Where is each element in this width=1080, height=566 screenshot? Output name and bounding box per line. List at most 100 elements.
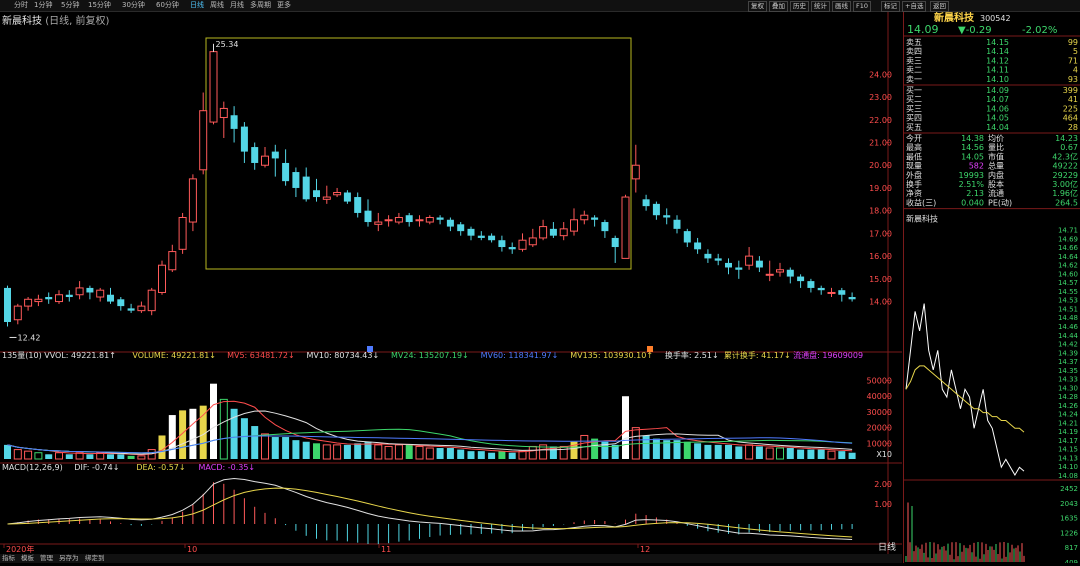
toolbar-button[interactable]: 返回 bbox=[930, 1, 949, 12]
order-qty: 225 bbox=[1063, 104, 1078, 113]
period-tab[interactable]: 周线 bbox=[210, 0, 224, 11]
stat-value: 42.3亿 bbox=[1052, 151, 1078, 161]
order-qty: 4 bbox=[1073, 66, 1078, 75]
candle-body bbox=[127, 308, 135, 311]
period-tab[interactable]: 多周期 bbox=[250, 0, 271, 11]
toolbar-button[interactable]: 叠加 bbox=[769, 1, 788, 12]
candle-body bbox=[374, 221, 383, 225]
bottom-tab[interactable]: 指标 bbox=[2, 554, 15, 563]
stat-value: 1.96亿 bbox=[1052, 188, 1078, 198]
high-annotation: 25.34 bbox=[216, 40, 239, 49]
volume-bar bbox=[384, 445, 393, 460]
volume-bar bbox=[827, 450, 836, 460]
mini-axis-label: 14.28 bbox=[1058, 393, 1078, 401]
volume-bar bbox=[4, 444, 11, 459]
stat-value: 264.5 bbox=[1055, 198, 1078, 207]
volume-bar bbox=[251, 426, 259, 459]
candle-body bbox=[75, 287, 84, 296]
candle-body bbox=[117, 299, 125, 307]
order-qty: 5 bbox=[1073, 47, 1078, 56]
candle-body bbox=[601, 222, 609, 232]
volume-bar bbox=[797, 449, 805, 459]
volume-bar bbox=[292, 440, 300, 459]
volume-bar bbox=[683, 441, 691, 459]
volume-bar bbox=[807, 449, 815, 459]
period-tab[interactable]: 15分钟 bbox=[88, 0, 111, 11]
candle-body bbox=[178, 216, 187, 250]
candle-body bbox=[642, 199, 650, 207]
period-tab[interactable]: 日线 bbox=[190, 0, 204, 11]
stat-label: 市值 bbox=[988, 151, 1004, 161]
mini-axis-label: 14.71 bbox=[1058, 227, 1078, 235]
period-tab[interactable]: 30分钟 bbox=[122, 0, 145, 11]
order-qty: 41 bbox=[1068, 95, 1078, 104]
price-change-pct: -2.02% bbox=[1022, 25, 1057, 36]
candle-body bbox=[477, 235, 485, 238]
bottom-tab[interactable]: 模板 bbox=[21, 554, 34, 563]
order-label: 买三 bbox=[906, 104, 922, 113]
mini-axis-label: 14.33 bbox=[1058, 376, 1078, 384]
mini-vol-axis-label: 409 bbox=[1065, 559, 1078, 563]
bottom-tab[interactable]: 绑定到 bbox=[85, 554, 105, 563]
stat-value: 2.51% bbox=[959, 180, 985, 189]
main-chart-area[interactable]: 24.00 23.00 22.00 21.00 20.00 19.00 18.00 17.00… bbox=[0, 12, 902, 554]
candle-body bbox=[776, 269, 784, 273]
last-price: 14.09 bbox=[907, 23, 939, 36]
order-qty: 464 bbox=[1063, 114, 1078, 123]
volume-bar bbox=[838, 451, 846, 459]
stat-label: 今开 bbox=[906, 133, 922, 143]
order-qty: 28 bbox=[1068, 123, 1078, 132]
volume-bar bbox=[508, 452, 516, 459]
kline-chart[interactable]: 24.00 23.00 22.00 21.00 20.00 19.00 18.00 17.00… bbox=[0, 12, 902, 554]
volume-bar bbox=[477, 451, 485, 459]
bottom-tab[interactable]: 管理 bbox=[40, 554, 53, 563]
candle-body bbox=[137, 305, 146, 312]
order-label: 卖一 bbox=[906, 75, 922, 84]
volume-bar bbox=[425, 447, 434, 460]
chart-mode: (日线, 前复权) bbox=[45, 16, 110, 27]
period-label: 日线 bbox=[878, 541, 896, 553]
mini-axis-label: 14.35 bbox=[1058, 367, 1078, 375]
stat-label: 收益(三) bbox=[906, 197, 936, 207]
stock-name: 新晨科技 bbox=[2, 16, 42, 27]
toolbar-button[interactable]: 标记 bbox=[881, 1, 900, 12]
toolbar-button[interactable]: +自选 bbox=[902, 1, 927, 12]
volume-bar bbox=[518, 450, 527, 460]
candle-body bbox=[694, 242, 702, 250]
toolbar-button[interactable]: 复权 bbox=[748, 1, 767, 12]
period-tab[interactable]: 更多 bbox=[277, 0, 291, 11]
candle-body bbox=[591, 217, 599, 220]
period-tab[interactable]: 月线 bbox=[230, 0, 244, 11]
period-tab[interactable]: 1分钟 bbox=[34, 0, 52, 11]
toolbar-button[interactable]: 统计 bbox=[811, 1, 830, 12]
vol-axis-label: 50000 bbox=[867, 377, 892, 386]
period-tab[interactable]: 分时 bbox=[14, 0, 28, 11]
volume-bar bbox=[415, 445, 424, 460]
order-price: 14.06 bbox=[986, 104, 1009, 113]
mini-chart-title: 新晨科技 bbox=[906, 214, 938, 224]
bottom-tab[interactable]: 另存为 bbox=[59, 554, 79, 563]
mini-axis-label: 14.48 bbox=[1058, 314, 1078, 322]
period-tab[interactable]: 60分钟 bbox=[156, 0, 179, 11]
candle-body bbox=[415, 219, 424, 222]
volume-bar bbox=[776, 447, 784, 460]
toolbar-button[interactable]: 历史 bbox=[790, 1, 809, 12]
vol-axis-label: 20000 bbox=[867, 424, 892, 433]
price-axis-label: 19.00 bbox=[869, 184, 892, 193]
vol-axis-label: 10000 bbox=[867, 439, 892, 448]
volume-bar bbox=[745, 444, 754, 460]
candle-body bbox=[714, 258, 722, 261]
toolbar-button[interactable]: 画线 bbox=[832, 1, 851, 12]
volume-bar bbox=[394, 444, 403, 460]
stat-label: 最低 bbox=[906, 151, 922, 161]
mini-vol-axis-label: 2043 bbox=[1060, 500, 1078, 508]
quote-panel: 新晨科技 300542 14.09 ▼-0.29 -2.02% 卖五 14.15 99 卖四 14… bbox=[903, 11, 1080, 566]
mini-vol-axis-label: 2452 bbox=[1060, 485, 1078, 493]
volume-bar bbox=[786, 448, 794, 459]
candle-body bbox=[55, 294, 63, 303]
stat-label: 净资 bbox=[906, 188, 922, 198]
toolbar-button[interactable]: F10 bbox=[853, 1, 872, 12]
macd-axis-label: 2.00 bbox=[874, 480, 892, 489]
stat-label: 均价 bbox=[988, 133, 1004, 143]
period-tab[interactable]: 5分钟 bbox=[61, 0, 79, 11]
